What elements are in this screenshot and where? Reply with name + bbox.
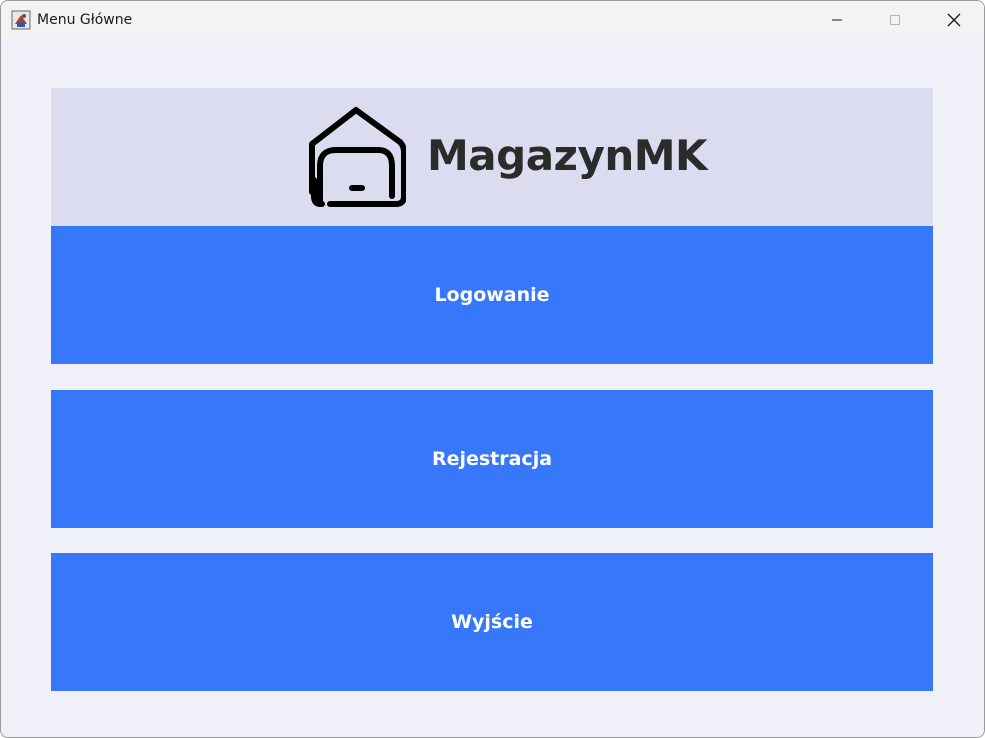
- app-window: Menu Główne MagazynMK Logowanie Rejestra…: [0, 0, 985, 738]
- main-content: MagazynMK Logowanie Rejestracja Wyjście: [1, 38, 984, 737]
- maximize-button[interactable]: [866, 1, 924, 38]
- warehouse-icon: [309, 107, 406, 207]
- exit-button-label: Wyjście: [451, 611, 533, 633]
- java-app-icon: [11, 10, 31, 30]
- login-button-label: Logowanie: [434, 284, 550, 306]
- brand-title: MagazynMK: [427, 131, 708, 180]
- register-button-label: Rejestracja: [431, 448, 553, 470]
- header-panel: MagazynMK: [51, 88, 933, 226]
- register-button[interactable]: Rejestracja: [51, 390, 933, 528]
- maximize-icon: [890, 14, 900, 25]
- window-title: Menu Główne: [37, 12, 133, 28]
- close-icon: [947, 13, 961, 26]
- minimize-button[interactable]: [808, 1, 866, 38]
- title-bar[interactable]: Menu Główne: [1, 1, 984, 38]
- close-button[interactable]: [925, 1, 983, 38]
- login-button[interactable]: Logowanie: [51, 226, 933, 364]
- exit-button[interactable]: Wyjście: [51, 553, 933, 691]
- minimize-icon: [832, 19, 842, 20]
